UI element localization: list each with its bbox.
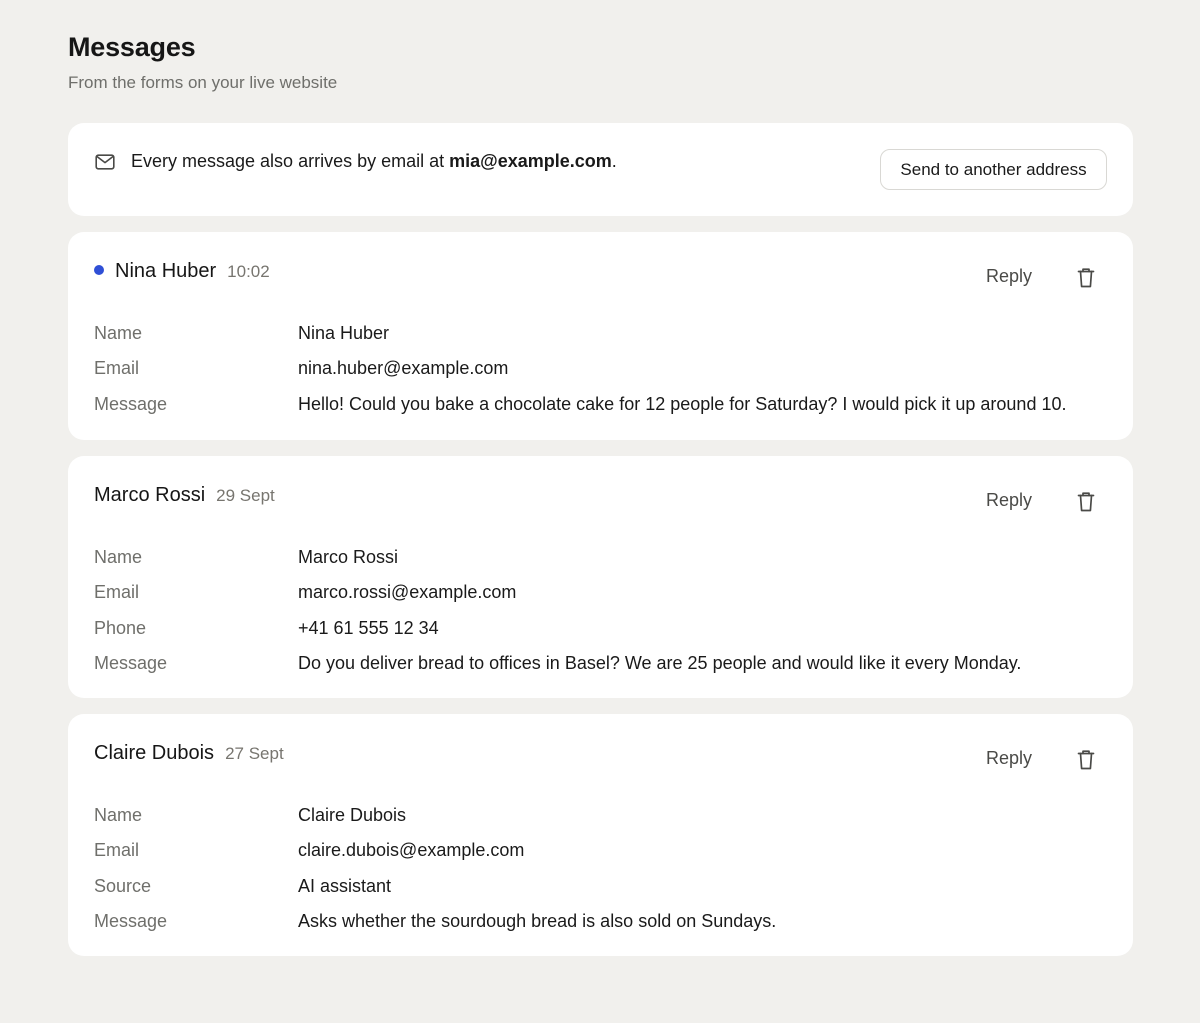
field-value: Claire Dubois xyxy=(298,805,407,826)
message-fields: Name Nina Huber Email nina.huber@example… xyxy=(94,316,1107,422)
message-time: 10:02 xyxy=(227,262,270,281)
field-value: marco.rossi@example.com xyxy=(298,582,517,603)
delete-button[interactable] xyxy=(1072,490,1100,514)
field-value: claire.dubois@example.com xyxy=(298,840,525,861)
page-subtitle: From the forms on your live website xyxy=(68,73,338,92)
notice-text: Every message also arrives by email at m… xyxy=(131,151,617,172)
sender-name: Nina Huber xyxy=(115,260,217,282)
field-row: Email marco.rossi@example.com xyxy=(94,575,1107,610)
field-row: Message Hello! Could you bake a chocolat… xyxy=(94,387,1107,422)
field-row: Email nina.huber@example.com xyxy=(94,351,1107,386)
field-row: Name Marco Rossi xyxy=(94,540,1107,575)
sender-name: Marco Rossi xyxy=(94,484,206,506)
send-to-another-address-button[interactable]: Send to another address xyxy=(880,149,1107,190)
messages-page: Messages From the forms on your live web… xyxy=(0,0,1200,1023)
message-header: Nina Huber 10:02 xyxy=(94,260,270,283)
field-value: Nina Huber xyxy=(298,323,390,344)
trash-icon xyxy=(1077,492,1095,512)
field-label: Email xyxy=(94,358,140,379)
field-value: Marco Rossi xyxy=(298,547,399,568)
field-row: Phone +41 61 555 12 34 xyxy=(94,611,1107,646)
field-label: Name xyxy=(94,805,143,826)
field-value: Asks whether the sourdough bread is also… xyxy=(298,911,777,932)
field-label: Source xyxy=(94,875,152,896)
field-row: Name Nina Huber xyxy=(94,316,1107,351)
field-label: Message xyxy=(94,911,168,932)
field-label: Message xyxy=(94,653,168,674)
field-row: Name Claire Dubois xyxy=(94,798,1107,833)
message-card: Nina Huber 10:02 Reply Name Nina Huber E… xyxy=(68,232,1133,440)
field-label: Email xyxy=(94,582,140,603)
notice-suffix: . xyxy=(611,151,617,171)
field-value: Hello! Could you bake a chocolate cake f… xyxy=(298,393,1067,414)
field-value: +41 61 555 12 34 xyxy=(298,617,439,638)
message-card: Claire Dubois 27 Sept Reply Name Claire … xyxy=(68,714,1133,956)
field-label: Email xyxy=(94,840,140,861)
delete-button[interactable] xyxy=(1072,748,1100,772)
field-row: Message Do you deliver bread to offices … xyxy=(94,646,1107,681)
field-row: Source AI assistant xyxy=(94,869,1107,904)
field-value: nina.huber@example.com xyxy=(298,358,509,379)
field-label: Name xyxy=(94,547,143,568)
field-row: Email claire.dubois@example.com xyxy=(94,833,1107,868)
message-time: 27 Sept xyxy=(225,744,284,763)
message-fields: Name Marco Rossi Email marco.rossi@examp… xyxy=(94,540,1107,681)
reply-button[interactable]: Reply xyxy=(986,490,1032,511)
notice-email: mia@example.com xyxy=(449,151,612,171)
unread-indicator xyxy=(94,265,104,275)
email-forwarding-notice: Every message also arrives by email at m… xyxy=(68,123,1133,216)
field-row: Message Asks whether the sourdough bread… xyxy=(94,904,1107,939)
page-title: Messages xyxy=(68,32,196,62)
trash-icon xyxy=(1077,268,1095,288)
message-header: Claire Dubois 27 Sept xyxy=(94,742,284,765)
reply-button[interactable]: Reply xyxy=(986,266,1032,287)
sender-name: Claire Dubois xyxy=(94,742,215,764)
notice-prefix: Every message also arrives by email at xyxy=(131,151,450,171)
field-label: Name xyxy=(94,323,143,344)
message-card: Marco Rossi 29 Sept Reply Name Marco Ros… xyxy=(68,456,1133,698)
field-label: Phone xyxy=(94,617,147,638)
field-label: Message xyxy=(94,393,168,414)
field-value: AI assistant xyxy=(298,875,392,896)
message-header: Marco Rossi 29 Sept xyxy=(94,484,275,507)
message-time: 29 Sept xyxy=(216,486,275,505)
delete-button[interactable] xyxy=(1072,266,1100,290)
field-value: Do you deliver bread to offices in Basel… xyxy=(298,653,1022,674)
reply-button[interactable]: Reply xyxy=(986,748,1032,769)
trash-icon xyxy=(1077,750,1095,770)
mail-icon xyxy=(95,154,115,170)
message-fields: Name Claire Dubois Email claire.dubois@e… xyxy=(94,798,1107,939)
